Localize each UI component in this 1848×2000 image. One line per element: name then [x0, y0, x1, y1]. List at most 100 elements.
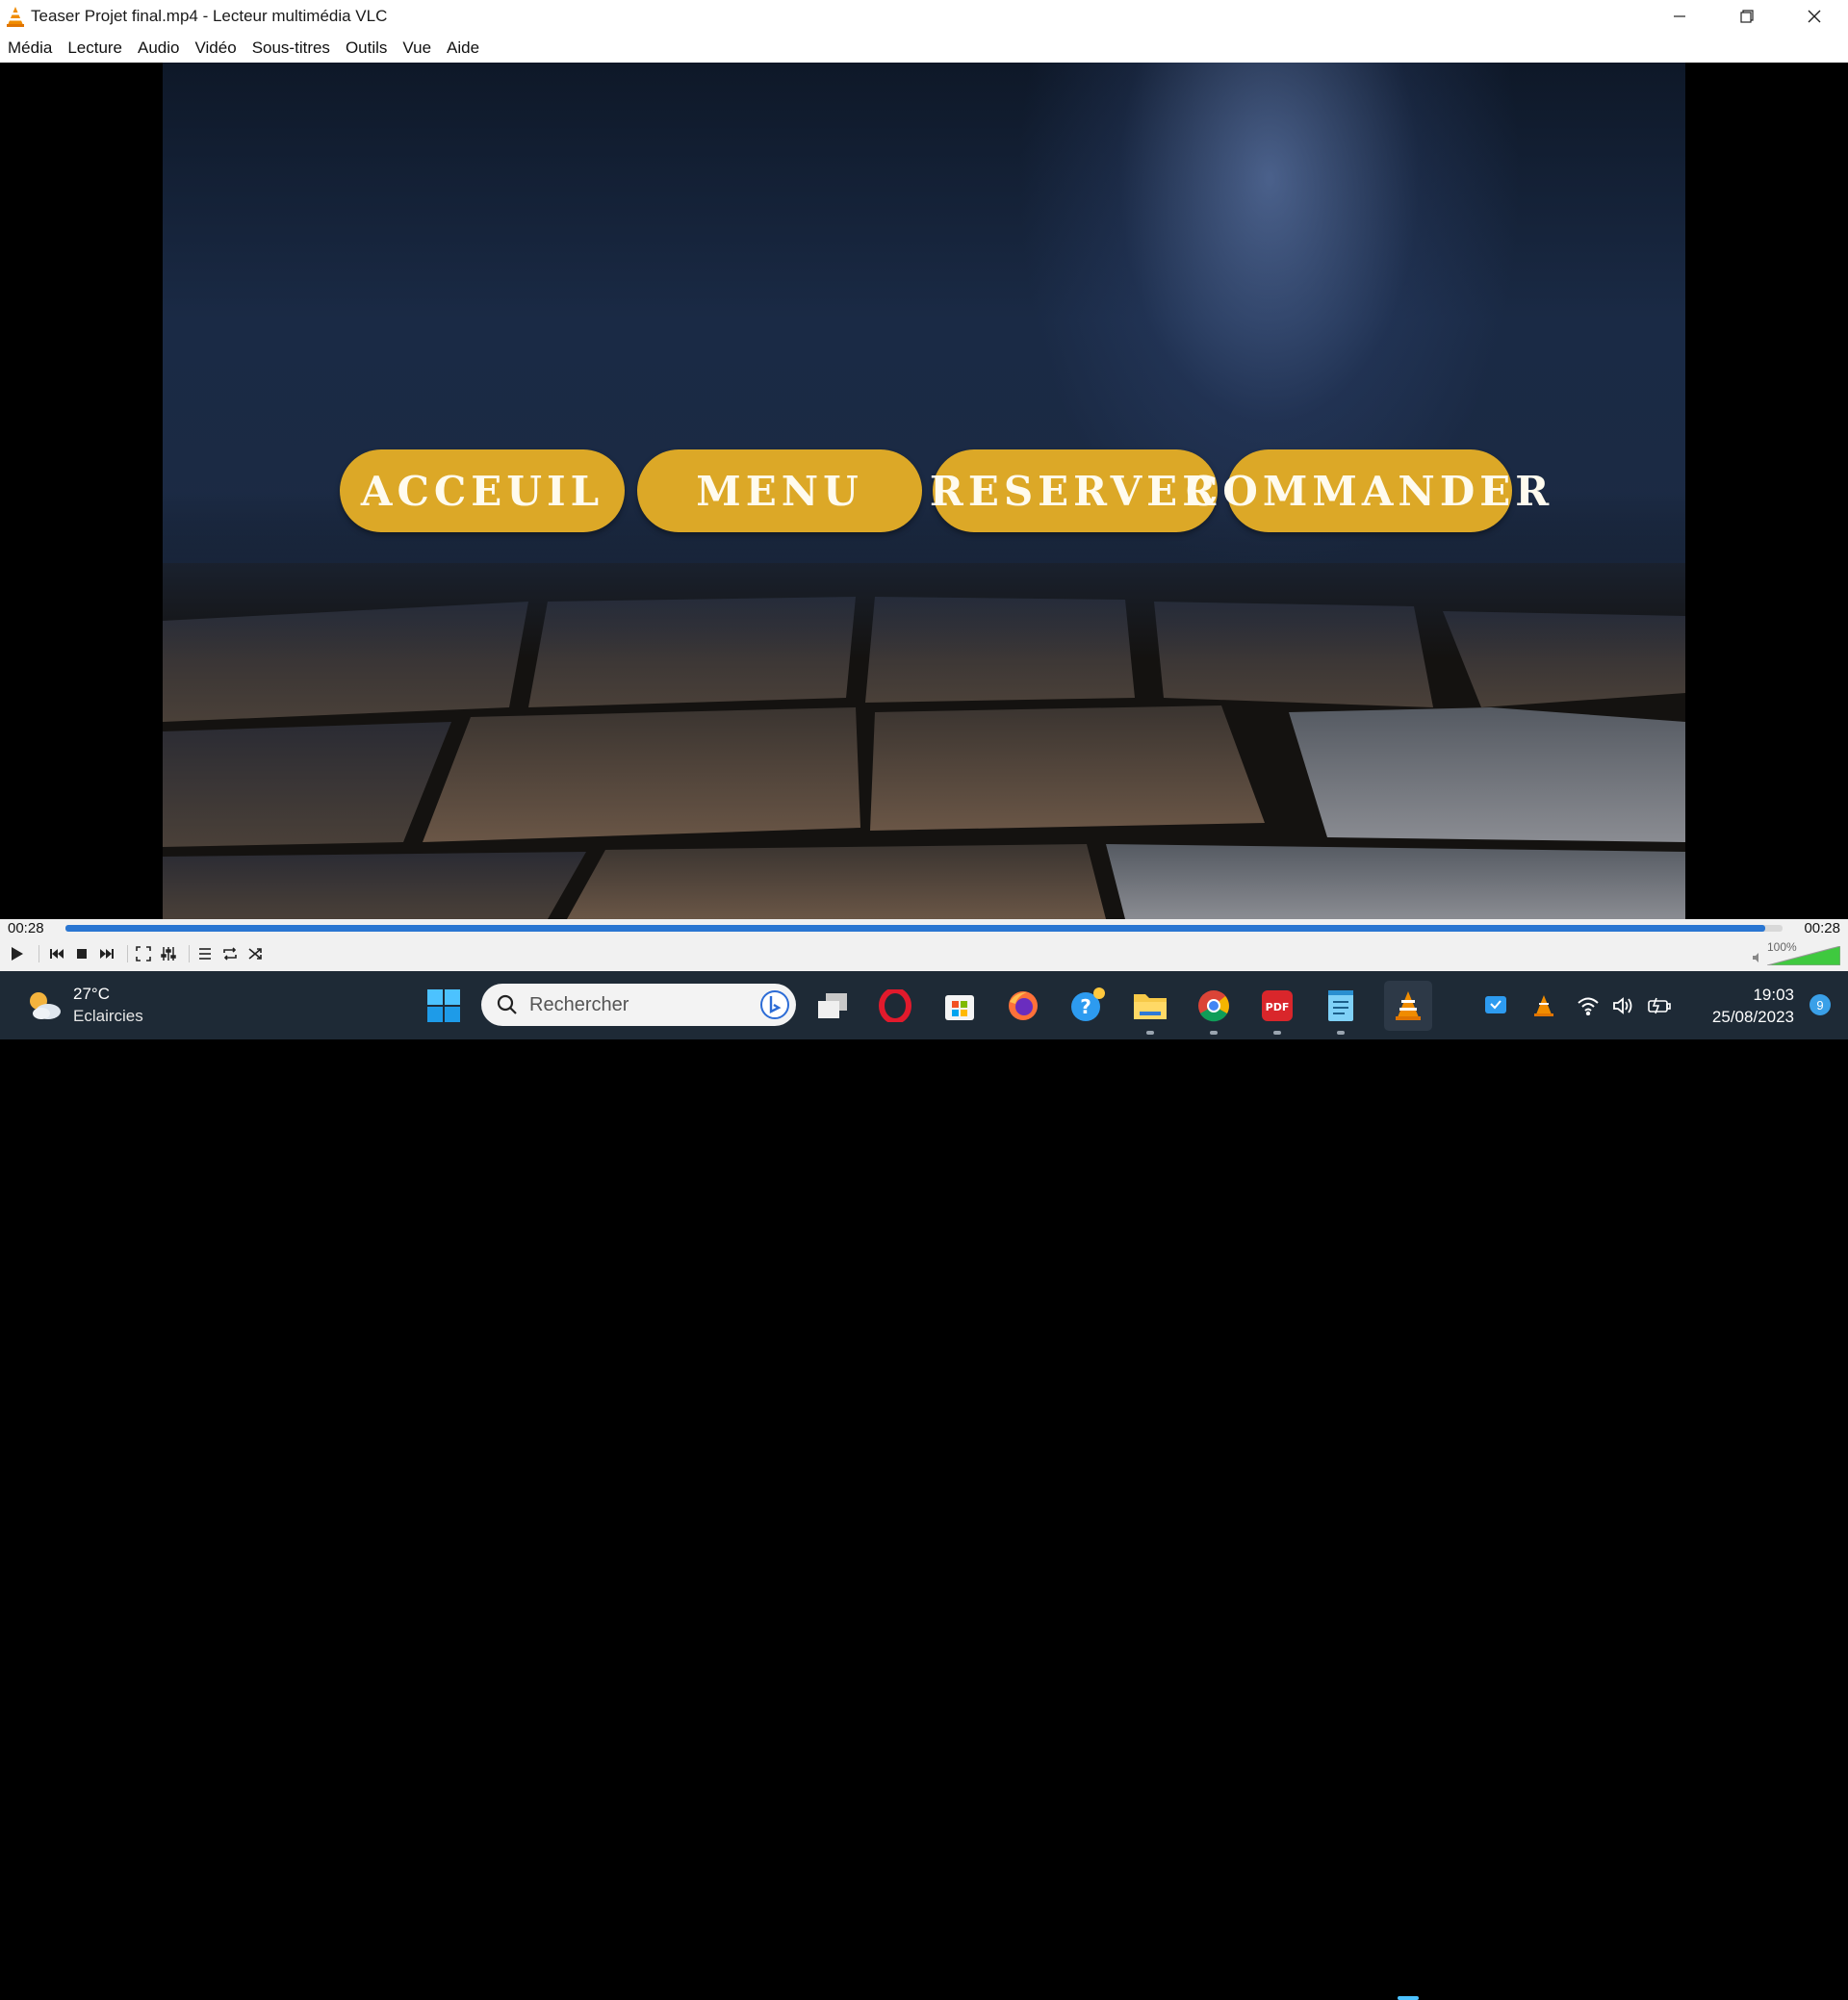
window-title: Teaser Projet final.mp4 - Lecteur multim… [31, 7, 388, 25]
menu-video[interactable]: Vidéo [188, 38, 244, 58]
taskbar-firefox[interactable] [1004, 987, 1042, 1025]
search-icon [497, 994, 517, 1014]
windows-icon [427, 989, 460, 1022]
tray-vlc[interactable] [1527, 987, 1560, 1025]
tray-battery[interactable] [1643, 987, 1676, 1025]
play-icon [12, 947, 23, 961]
pdf-icon: PDF [1262, 990, 1293, 1021]
separator [38, 945, 39, 962]
taskbar-file-explorer[interactable] [1131, 987, 1169, 1025]
restore-button[interactable] [1713, 0, 1781, 33]
separator [127, 945, 128, 962]
tray-clock[interactable]: 19:03 25/08/2023 [1712, 984, 1794, 1028]
weather-widget[interactable]: 27°C Eclaircies [25, 985, 143, 1026]
battery-charging-icon [1648, 997, 1671, 1014]
folder-icon [1134, 994, 1167, 1019]
loop-button[interactable] [219, 943, 241, 964]
next-button[interactable] [96, 943, 117, 964]
video-frame: ACCEUIL MENU RESERVER COMMANDER [163, 63, 1685, 919]
elapsed-time: 00:28 [8, 920, 44, 936]
volume-slider[interactable] [1767, 946, 1840, 965]
previous-button[interactable] [46, 943, 67, 964]
video-button-menu: MENU [637, 449, 922, 532]
running-indicator [1273, 1031, 1281, 1035]
taskbar-opera[interactable] [876, 987, 914, 1025]
taskbar-notepad[interactable] [1322, 987, 1360, 1025]
taskbar: 27°C Eclaircies Rechercher ? PDF 19:03 2… [0, 971, 1848, 2000]
minimize-icon [1674, 15, 1685, 17]
vlc-icon [7, 7, 24, 27]
running-indicator [1337, 1031, 1345, 1035]
menu-bar: Média Lecture Audio Vidéo Sous-titres Ou… [0, 33, 1848, 63]
taskbar-search[interactable]: Rechercher [481, 984, 796, 1026]
loop-icon [223, 947, 237, 961]
taskbar-store[interactable] [940, 987, 979, 1025]
video-area[interactable]: ACCEUIL MENU RESERVER COMMANDER [0, 63, 1848, 919]
fullscreen-icon [136, 946, 151, 962]
store-icon [945, 995, 974, 1020]
taskbar-vlc[interactable] [1384, 981, 1432, 1031]
stop-button[interactable] [71, 943, 92, 964]
weather-temperature: 27°C [73, 985, 110, 1003]
video-button-reserver: RESERVER [930, 449, 1218, 532]
minimize-button[interactable] [1646, 0, 1713, 33]
start-button[interactable] [424, 987, 463, 1025]
menu-subtitles[interactable]: Sous-titres [244, 38, 338, 58]
taskbar-help[interactable]: ? [1068, 987, 1107, 1025]
vlc-icon [1396, 991, 1421, 1020]
speaker-icon [1753, 953, 1758, 962]
menu-help[interactable]: Aide [439, 38, 487, 58]
equalizer-icon [161, 947, 176, 961]
taskbar-pdf-reader[interactable]: PDF [1258, 987, 1296, 1025]
running-indicator [1146, 1031, 1154, 1035]
video-button-commander: COMMANDER [1186, 449, 1549, 532]
taskbar-chrome[interactable] [1194, 987, 1233, 1025]
video-button-acceuil: ACCEUIL [340, 449, 625, 532]
running-indicator [1210, 1031, 1218, 1035]
task-view-icon [818, 993, 847, 1018]
svg-text:?: ? [1080, 995, 1091, 1018]
firefox-icon [1009, 991, 1038, 1020]
close-button[interactable] [1781, 0, 1848, 33]
extended-settings-button[interactable] [158, 943, 179, 964]
close-icon [1808, 10, 1821, 23]
fullscreen-button[interactable] [133, 943, 154, 964]
tray-volume[interactable] [1607, 987, 1640, 1025]
menu-media[interactable]: Média [0, 38, 60, 58]
play-button[interactable] [6, 943, 27, 964]
menu-view[interactable]: Vue [395, 38, 439, 58]
title-bar: Teaser Projet final.mp4 - Lecteur multim… [0, 0, 1848, 33]
speaker-icon [1613, 997, 1632, 1014]
clock-time: 19:03 [1753, 986, 1794, 1004]
total-time: 00:28 [1804, 920, 1840, 936]
playlist-icon [199, 948, 211, 960]
wifi-icon [1578, 997, 1599, 1015]
restore-icon [1740, 10, 1754, 23]
seek-progress [65, 925, 1766, 932]
taskbar-task-view[interactable] [813, 987, 852, 1025]
seek-bar[interactable] [65, 925, 1783, 932]
tray-wifi[interactable] [1572, 987, 1604, 1025]
tray-messaging[interactable] [1479, 987, 1512, 1025]
opera-icon [879, 989, 911, 1022]
volume-control[interactable]: 100% [1752, 940, 1842, 965]
notification-badge[interactable]: 9 [1810, 994, 1831, 1015]
bing-icon [760, 990, 789, 1019]
active-indicator [1398, 1996, 1419, 2000]
shuffle-button[interactable] [244, 943, 266, 964]
clock-date: 25/08/2023 [1711, 1008, 1794, 1026]
chrome-icon [1198, 990, 1229, 1022]
menu-lecture[interactable]: Lecture [60, 38, 130, 58]
menu-tools[interactable]: Outils [338, 38, 395, 58]
shuffle-icon [248, 948, 262, 960]
search-placeholder: Rechercher [529, 993, 629, 1015]
playlist-button[interactable] [194, 943, 216, 964]
menu-audio[interactable]: Audio [130, 38, 187, 58]
notepad-icon [1328, 990, 1353, 1021]
stop-icon [77, 949, 87, 959]
chat-icon [1485, 996, 1506, 1013]
help-icon: ? [1071, 987, 1105, 1021]
weather-condition: Eclaircies [73, 1007, 143, 1025]
previous-icon [50, 949, 64, 959]
weather-partly-cloudy-icon [30, 991, 61, 1019]
